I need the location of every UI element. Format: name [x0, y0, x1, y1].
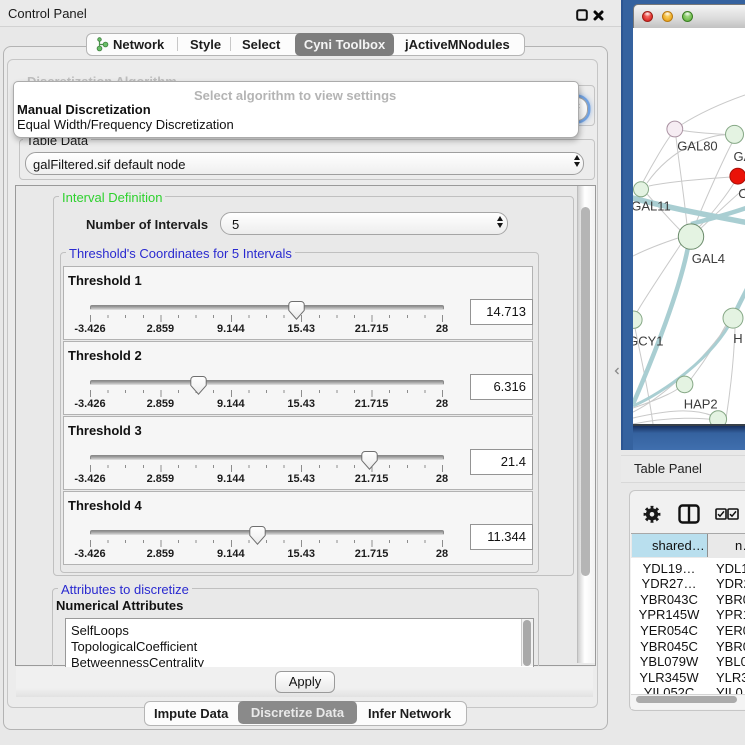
svg-text:GAL4: GAL4 — [692, 251, 725, 266]
svg-text:GA: GA — [734, 149, 745, 164]
svg-text:GCY1: GCY1 — [633, 333, 664, 348]
svg-text:H: H — [733, 331, 742, 346]
svg-text:HAP2: HAP2 — [684, 396, 718, 411]
svg-text:C: C — [738, 186, 745, 201]
svg-text:GAL80: GAL80 — [677, 139, 717, 154]
svg-text:GAL11: GAL11 — [633, 199, 671, 214]
